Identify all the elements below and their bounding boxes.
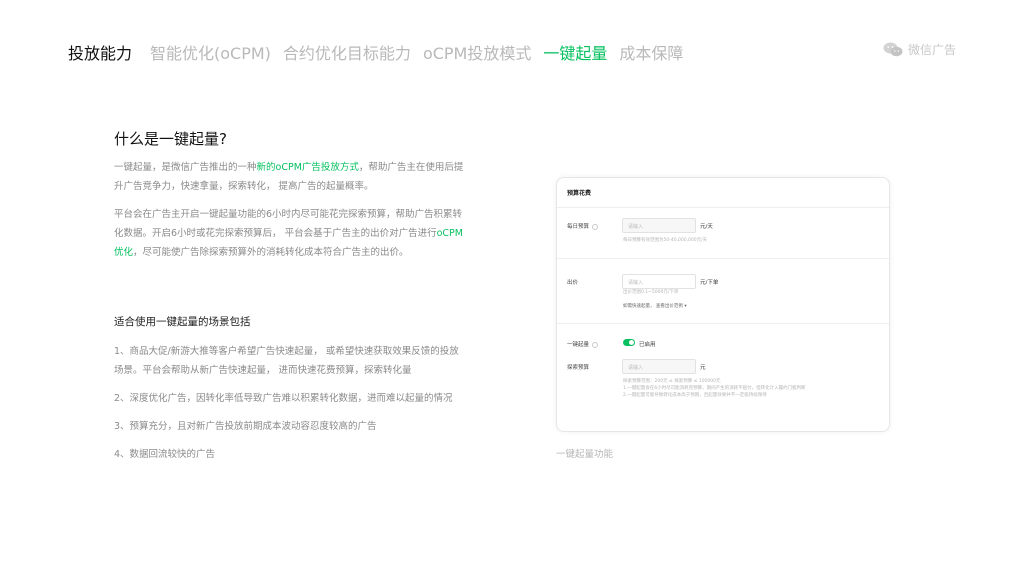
boost-toggle[interactable]	[623, 339, 635, 346]
daily-budget-unit: 元/天	[700, 224, 713, 230]
intro-text: 一键起量，是微信广告推出的一种	[114, 162, 257, 173]
list-item: 2、深度优化广告，因转化率低导致广告难以积累转化数据，进而难以起量的情况	[114, 393, 453, 404]
help-icon	[592, 341, 599, 348]
intro-highlight: 新的oCPM广告投放方式	[256, 162, 359, 173]
daily-budget-label: 每日预算	[567, 222, 599, 230]
bid-unit: 元/下单	[700, 280, 719, 286]
tab-contract-optimization[interactable]: 合约优化目标能力	[283, 40, 411, 64]
explore-budget-unit: 元	[700, 365, 706, 371]
tab-ocpm-mode[interactable]: oCPM投放模式	[423, 40, 531, 64]
boost-status: 已启用	[639, 342, 656, 348]
help-icon	[592, 223, 599, 230]
brand-name: 微信广告	[907, 43, 956, 57]
explore-tip-1: 1.一键起量会在6小时尽可能消耗完预算，期间产生的消耗不赔付，但转化计入履约门槛…	[623, 386, 806, 391]
explore-tip-2: 2.一键起量可能导致转化成本高于预期，且起量效果并不一定能持续保持	[623, 393, 767, 398]
top-nav: 投放能力 智能优化(oCPM) 合约优化目标能力 oCPM投放模式 一键起量 成…	[68, 40, 695, 64]
list-item: 4、数据回流较快的广告	[114, 449, 216, 460]
explore-budget-input[interactable]: 请输入	[622, 359, 696, 374]
intro-text: ，尽可能使广告除探索预算外的消耗转化成本符合广告主的出价。	[133, 247, 409, 258]
list-item: 3、预算充分，且对新广告投放前期成本波动容忍度较高的广告	[114, 421, 377, 432]
budget-panel-screenshot: 预算花费 每日预算 请输入 元/天 每日预算有效范围为50-40,000,000…	[556, 177, 890, 432]
bid-input[interactable]: 请输入	[622, 274, 696, 289]
scenarios-title: 适合使用一键起量的场景包括	[114, 316, 251, 328]
bid-example-link[interactable]: 如需快速起量， 查看出价范例 ▾	[623, 303, 687, 310]
boost-label: 一键起量	[567, 340, 599, 348]
list-item: 1、商品大促/新游大推等客户希望广告快速起量， 或希望快速获取效果反馈的投放场景…	[114, 346, 459, 376]
panel-caption: 一键起量功能	[556, 449, 614, 460]
daily-budget-input[interactable]: 请输入	[622, 218, 696, 233]
intro-text: 平台会在广告主开启一键起量功能的6小时内尽可能花完探索预算，帮助广告积累转化数据…	[114, 209, 463, 239]
intro-paragraph-1: 一键起量，是微信广告推出的一种新的oCPM广告投放方式，帮助广告主在使用后提升广…	[114, 158, 464, 196]
explore-tip-range: 探索预算范围：200元 ≤ 探索预算 ≤ 100000元	[623, 379, 721, 384]
explore-budget-label: 探索预算	[567, 365, 590, 371]
intro-paragraph-2: 平台会在广告主开启一键起量功能的6小时内尽可能花完探索预算，帮助广告积累转化数据…	[114, 205, 464, 262]
wechat-icon	[883, 42, 903, 57]
bid-tip: 出价范围0.1~5000元/下单	[623, 290, 679, 295]
intro-section: 什么是一键起量? 一键起量，是微信广告推出的一种新的oCPM广告投放方式，帮助广…	[114, 128, 464, 262]
tab-cost-guarantee[interactable]: 成本保障	[619, 40, 683, 64]
scenarios-list: 1、商品大促/新游大推等客户希望广告快速起量， 或希望快速获取效果反馈的投放场景…	[114, 342, 464, 473]
nav-lead-title: 投放能力	[68, 44, 133, 63]
panel-title: 预算花费	[567, 190, 592, 197]
intro-title: 什么是一键起量?	[114, 130, 227, 148]
tab-smart-optimization[interactable]: 智能优化(oCPM)	[150, 40, 271, 64]
bid-label: 出价	[567, 280, 579, 286]
tab-one-click-boost[interactable]: 一键起量	[543, 40, 607, 64]
brand-logo: 微信广告	[883, 41, 956, 58]
daily-budget-tip: 每日预算有效范围为50-40,000,000元/天	[623, 238, 708, 243]
